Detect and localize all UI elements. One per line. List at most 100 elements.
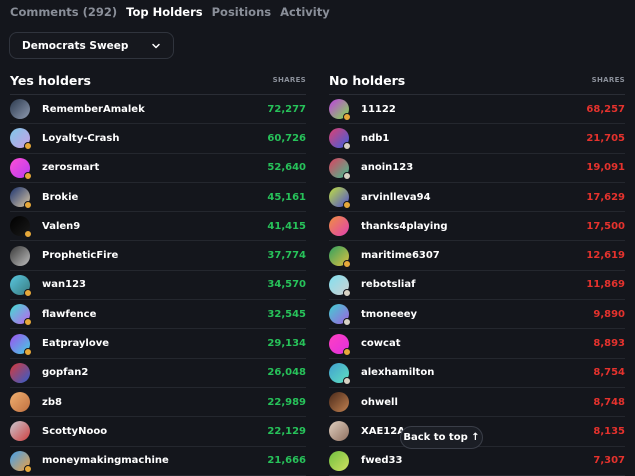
holder-name[interactable]: rebotsliaf [361,279,586,290]
outcome-dropdown[interactable]: Democrats Sweep [9,32,174,59]
holder-badge-icon [343,288,351,297]
avatar[interactable] [329,187,351,210]
avatar[interactable] [329,421,349,442]
holder-name[interactable]: ndb1 [361,133,586,144]
holder-name[interactable]: wan123 [42,279,267,290]
holder-row[interactable]: Brokie 45,161 [10,183,306,213]
holder-name[interactable]: ohwell [361,397,593,408]
holder-name[interactable]: moneymakingmachine [42,455,267,466]
avatar[interactable] [10,304,32,327]
avatar[interactable] [10,187,32,210]
tab-activity[interactable]: Activity [280,5,330,19]
holder-row[interactable]: zerosmart 52,640 [10,154,306,183]
holder-badge-icon [343,201,351,210]
holder-badge-icon [343,171,351,180]
avatar[interactable] [10,421,30,442]
holder-name[interactable]: maritime6307 [361,250,586,261]
holder-row[interactable]: Loyalty-Crash 60,726 [10,124,306,154]
holder-row[interactable]: rebotsliaf 11,869 [329,271,625,301]
tab-comments[interactable]: Comments (292) [10,5,117,19]
avatar[interactable] [10,99,30,120]
tab-positions[interactable]: Positions [212,5,272,19]
holder-shares: 11,869 [586,279,625,291]
holder-name[interactable]: Loyalty-Crash [42,133,267,144]
holder-row[interactable]: flawfence 32,545 [10,300,306,330]
holder-badge-icon [343,259,351,268]
holder-name[interactable]: zerosmart [42,162,267,173]
holder-row[interactable]: thanks4playing 17,500 [329,212,625,242]
holder-name[interactable]: alexhamilton [361,367,593,378]
holder-row[interactable]: Eatpraylove 29,134 [10,329,306,359]
holder-row[interactable]: ScottyNooo 22,129 [10,417,306,447]
no-holders-header: No holders SHARES [329,66,625,95]
avatar[interactable] [329,245,351,268]
holder-row[interactable]: moneymakingmachine 21,666 [10,447,306,476]
avatar[interactable] [329,216,349,237]
avatar[interactable] [329,157,351,180]
avatar[interactable] [329,304,351,327]
holder-name[interactable]: Eatpraylove [42,338,267,349]
holder-shares: 32,545 [267,308,306,320]
holder-name[interactable]: PropheticFire [42,250,267,261]
holder-badge-icon [24,171,32,180]
avatar[interactable] [10,274,32,297]
avatar[interactable] [329,99,351,122]
holder-shares: 26,048 [267,367,306,379]
avatar[interactable] [329,392,349,413]
holder-name[interactable]: Brokie [42,192,267,203]
avatar[interactable] [10,333,32,356]
holder-name[interactable]: thanks4playing [361,221,586,232]
holder-shares: 9,890 [593,308,625,320]
holder-row[interactable]: wan123 34,570 [10,271,306,301]
avatar[interactable] [10,362,30,383]
holder-shares: 12,619 [586,250,625,262]
avatar[interactable] [10,216,32,239]
holder-shares: 45,161 [267,191,306,203]
avatar[interactable] [10,245,30,266]
avatar[interactable] [10,450,32,473]
holder-name[interactable]: zb8 [42,397,267,408]
yes-holders-column: Yes holders SHARES RememberAmalek 72,277 L… [10,66,306,476]
holder-row[interactable]: ndb1 21,705 [329,124,625,154]
holder-name[interactable]: anoin123 [361,162,586,173]
holder-row[interactable]: PropheticFire 37,774 [10,241,306,271]
holder-row[interactable]: maritime6307 12,619 [329,241,625,271]
holder-name[interactable]: flawfence [42,309,267,320]
holder-name[interactable]: tmoneeey [361,309,593,320]
holder-name[interactable]: gopfan2 [42,367,267,378]
holder-name[interactable]: ScottyNooo [42,426,267,437]
avatar[interactable] [329,450,349,471]
avatar[interactable] [10,157,32,180]
holder-name[interactable]: 11122 [361,104,586,115]
avatar[interactable] [329,274,351,297]
holder-row[interactable]: Valen9 41,415 [10,212,306,242]
holder-row[interactable]: alexhamilton 8,754 [329,359,625,388]
holder-row[interactable]: fwed33 7,307 [329,447,625,476]
avatar[interactable] [329,362,351,385]
holder-row[interactable]: arvinlleva94 17,629 [329,183,625,213]
holder-name[interactable]: arvinlleva94 [361,192,586,203]
holder-row[interactable]: RememberAmalek 72,277 [10,95,306,125]
holder-badge-icon [343,142,351,151]
holder-name[interactable]: cowcat [361,338,593,349]
holder-row[interactable]: anoin123 19,091 [329,154,625,183]
holder-shares: 19,091 [586,162,625,174]
holder-name[interactable]: RememberAmalek [42,104,267,115]
holder-row[interactable]: cowcat 8,893 [329,329,625,359]
avatar[interactable] [329,128,351,151]
holder-shares: 37,774 [267,250,306,262]
holder-name[interactable]: fwed33 [361,455,593,466]
holder-badge-icon [24,464,32,473]
avatar[interactable] [329,333,351,356]
yes-shares-header: SHARES [272,76,306,84]
holder-name[interactable]: Valen9 [42,221,267,232]
holder-row[interactable]: 11122 68,257 [329,95,625,125]
holder-row[interactable]: zb8 22,989 [10,388,306,418]
back-to-top-button[interactable]: Back to top ↑ [400,426,483,449]
holder-row[interactable]: tmoneeey 9,890 [329,300,625,330]
tab-top-holders[interactable]: Top Holders [126,5,202,19]
avatar[interactable] [10,392,30,413]
avatar[interactable] [10,128,32,151]
holder-row[interactable]: gopfan2 26,048 [10,359,306,388]
holder-row[interactable]: ohwell 8,748 [329,388,625,418]
